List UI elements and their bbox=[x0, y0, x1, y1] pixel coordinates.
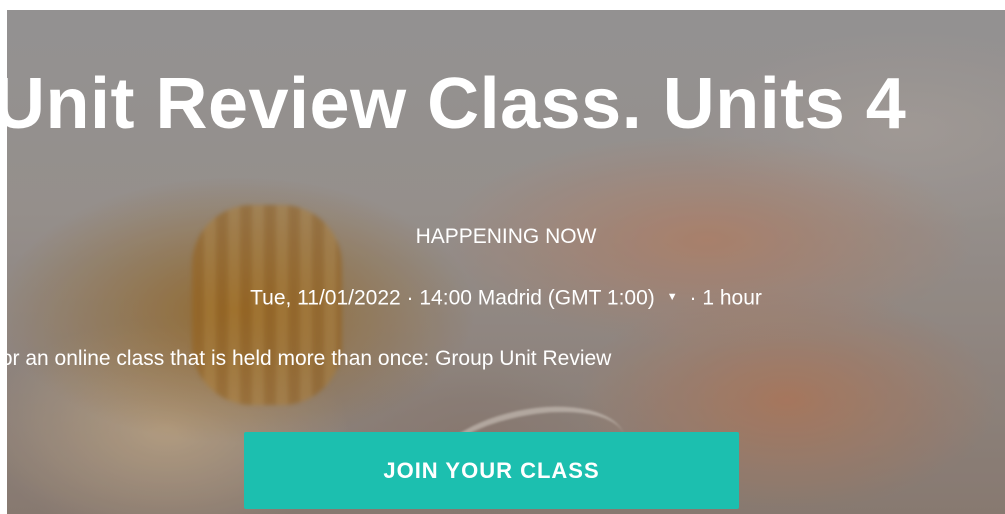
class-description: ns for an online class that is held more… bbox=[7, 347, 612, 370]
class-title: Unit Review Class. Units 4 bbox=[7, 64, 907, 144]
join-class-button[interactable]: JOIN YOUR CLASS bbox=[244, 432, 739, 509]
status-label: HAPPENING NOW bbox=[415, 225, 597, 248]
class-schedule: Tue, 11/01/2022 · 14:00 Madrid (GMT 1:00… bbox=[7, 286, 1005, 311]
timezone-label: Madrid (GMT 1:00) bbox=[477, 286, 655, 310]
class-duration: · 1 hour bbox=[689, 286, 762, 310]
chevron-down-icon[interactable]: ▼ bbox=[667, 291, 678, 303]
class-hero-banner: Unit Review Class. Units 4 HAPPENING NOW… bbox=[7, 10, 1005, 514]
class-datetime: Tue, 11/01/2022 · 14:00 bbox=[250, 286, 472, 310]
timezone-dropdown[interactable]: Madrid (GMT 1:00) ▼ bbox=[478, 286, 684, 310]
